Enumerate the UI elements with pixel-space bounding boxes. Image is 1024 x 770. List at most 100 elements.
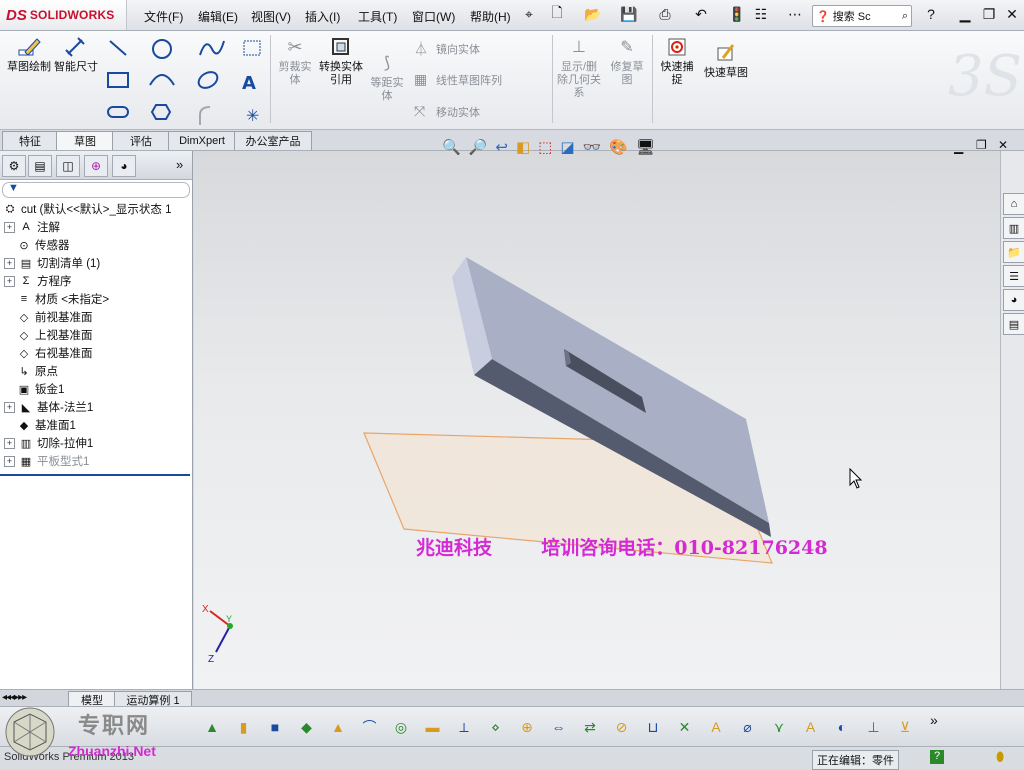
options-icon[interactable]: ☷ (752, 5, 770, 23)
menu-insert[interactable]: 插入(I) (305, 8, 340, 25)
solidworks-logo[interactable]: DS SOLIDWORKS (0, 0, 127, 30)
tree-item[interactable]: ↳ 原点 (0, 362, 192, 380)
menu-view[interactable]: 视图(V) (251, 8, 291, 25)
search-icon[interactable]: ⌕ (902, 10, 908, 23)
close-icon[interactable]: ✕ (1003, 5, 1021, 23)
menu-help[interactable]: 帮助(H) (470, 8, 511, 25)
more-icon[interactable]: ⋯ (786, 5, 804, 23)
hide-show-items-icon[interactable]: 👓 (583, 138, 602, 156)
tab-sketch[interactable]: 草图 (56, 131, 114, 150)
pierce-relation-icon[interactable]: ⊘ (610, 715, 634, 739)
coincident-relation-icon[interactable]: ◆ (295, 715, 319, 739)
search-input[interactable]: 搜索 Sc (833, 8, 871, 24)
collinear-relation-icon[interactable]: ⋄ (484, 715, 508, 739)
tag-icon[interactable]: ⬮ (996, 749, 1004, 765)
symmetric-relation-icon[interactable]: ⊕ (515, 715, 539, 739)
tree-item[interactable]: + ▥ 切除-拉伸1 (0, 434, 192, 452)
tab-features[interactable]: 特征 (2, 131, 58, 150)
parallel-relation-icon[interactable]: ▲ (326, 715, 350, 739)
tree-item[interactable]: + Σ 方程序 (0, 272, 192, 290)
tree-item[interactable]: + ▤ 切割清单 (1) (0, 254, 192, 272)
concentric-relation-icon[interactable]: ◎ (389, 715, 413, 739)
menu-edit[interactable]: 编辑(E) (198, 8, 238, 25)
tree-item[interactable]: ◇ 右视基准面 (0, 344, 192, 362)
custom-properties-icon[interactable]: ▤ (1003, 313, 1024, 335)
graphics-area[interactable]: X Y Z (194, 151, 1000, 689)
fix-relation-icon[interactable]: ▲ (200, 715, 224, 739)
menu-window[interactable]: 窗口(W) (412, 8, 455, 25)
repair-sketch-button[interactable]: ✎ 修复草图 (606, 35, 648, 87)
dimxpert-manager-icon[interactable]: ⊕ (84, 155, 108, 177)
horizontal-relation-icon[interactable]: ▬ (421, 715, 445, 739)
viewport-restore-icon[interactable]: ❐ (976, 138, 987, 152)
tab-evaluate[interactable]: 评估 (112, 131, 170, 150)
linear-pattern-button[interactable]: ▦ 线性草图阵列 (414, 71, 502, 88)
tree-item[interactable]: + ▦ 平板型式1 (0, 452, 192, 470)
tab-scroll-arrows-icon[interactable]: ◂◂◂▸▸▸ (2, 692, 27, 703)
expand-toggle-icon[interactable]: + (4, 401, 15, 413)
tab-office-products[interactable]: 办公室产品 (234, 131, 312, 150)
menu-tools[interactable]: 工具(T) (358, 8, 397, 25)
tree-item[interactable]: ◇ 上视基准面 (0, 326, 192, 344)
search-box[interactable]: ❓ 搜索 Sc ⌕ (812, 5, 912, 27)
pin-icon[interactable]: ⌖ (520, 5, 538, 23)
help-icon[interactable]: ? (922, 5, 940, 23)
display-relation-icon[interactable]: ⊥ (862, 715, 886, 739)
sketch-tools-grid[interactable]: A ✳ (104, 35, 274, 129)
tree-item[interactable]: ◆ 基准面1 (0, 416, 192, 434)
display-manager-icon[interactable]: ◕ (112, 155, 136, 177)
perpendicular-relation-icon[interactable]: ⌒ (358, 715, 382, 739)
tangent-relation-icon[interactable]: ⟂ (452, 715, 476, 739)
new-document-icon[interactable]: 🗋 (548, 4, 566, 23)
expand-chevron-icon[interactable]: » (176, 157, 183, 172)
vertical-relation-icon[interactable]: ▮ (232, 715, 256, 739)
text-relation-icon[interactable]: A (704, 715, 728, 739)
restore-icon[interactable]: ❐ (980, 5, 998, 23)
merge-relation-icon[interactable]: ⇄ (578, 715, 602, 739)
trim-entities-button[interactable]: ✂ 剪裁实体 (274, 35, 316, 87)
dimension-relation-icon[interactable]: ⌀ (736, 715, 760, 739)
display-style-icon[interactable]: ◪ (560, 138, 574, 156)
rapid-sketch-button[interactable]: 快速草图 (704, 41, 748, 80)
property-manager-icon[interactable]: ▤ (28, 155, 52, 177)
equal-curve-relation-icon[interactable]: A (799, 715, 823, 739)
expand-toggle-icon[interactable]: + (4, 437, 15, 449)
tree-item[interactable]: ◇ 前视基准面 (0, 308, 192, 326)
quick-snaps-button[interactable]: 快速捕捉 (656, 35, 698, 87)
tree-filter-input[interactable]: ▼ (2, 182, 190, 198)
tree-item[interactable]: ▣ 钣金1 (0, 380, 192, 398)
appearances-icon[interactable]: ◕ (1003, 289, 1024, 311)
view-palette-icon[interactable]: ☰ (1003, 265, 1024, 287)
sketch-button[interactable]: 草图绘制 (6, 35, 52, 74)
sketch-block-relation-icon[interactable]: ◐ (830, 715, 854, 739)
along-relation-icon[interactable]: ⋎ (767, 715, 791, 739)
toolbar-overflow-icon[interactable]: » (930, 712, 938, 728)
expand-toggle-icon[interactable]: + (4, 275, 15, 287)
minimize-icon[interactable]: ▁ (956, 5, 974, 23)
tree-item[interactable]: + A 注解 (0, 218, 192, 236)
convert-entities-button[interactable]: 转换实体引用 (318, 35, 364, 87)
open-folder-icon[interactable]: 📂 (584, 5, 602, 23)
tree-item[interactable]: ≡ 材质 <未指定> (0, 290, 192, 308)
rollback-bar[interactable] (0, 474, 190, 476)
smart-dimension-button[interactable]: 智能尺寸 (54, 35, 98, 74)
feature-manager-icon[interactable]: ⚙ (2, 155, 26, 177)
tab-dimxpert[interactable]: DimXpert (168, 131, 236, 150)
expand-toggle-icon[interactable]: + (4, 455, 15, 467)
expand-toggle-icon[interactable]: + (4, 221, 15, 233)
offset-entities-button[interactable]: ⟆ 等距实体 (366, 51, 408, 103)
section-view-icon[interactable]: ◧ (516, 138, 530, 156)
save-icon[interactable]: 💾 (620, 5, 638, 23)
move-entities-button[interactable]: ⤧ 移动实体 (414, 103, 480, 120)
file-explorer-icon[interactable]: 📁 (1003, 241, 1024, 263)
previous-view-icon[interactable]: ↩ (495, 138, 508, 156)
fix-alt-relation-icon[interactable]: ⊻ (893, 715, 917, 739)
tree-item[interactable]: ⊙ 传感器 (0, 236, 192, 254)
intersection-relation-icon[interactable]: ✕ (673, 715, 697, 739)
mirror-entities-button[interactable]: ⏃ 镜向实体 (414, 39, 480, 59)
view-orientation-icon[interactable]: ⬚ (538, 138, 552, 156)
tree-root-part[interactable]: ⛭ cut (默认<<默认>_显示状态 1 (0, 200, 192, 218)
on-edge-relation-icon[interactable]: ⊔ (641, 715, 665, 739)
expand-toggle-icon[interactable]: + (4, 257, 15, 269)
zoom-to-area-icon[interactable]: 🔎 (469, 138, 488, 156)
